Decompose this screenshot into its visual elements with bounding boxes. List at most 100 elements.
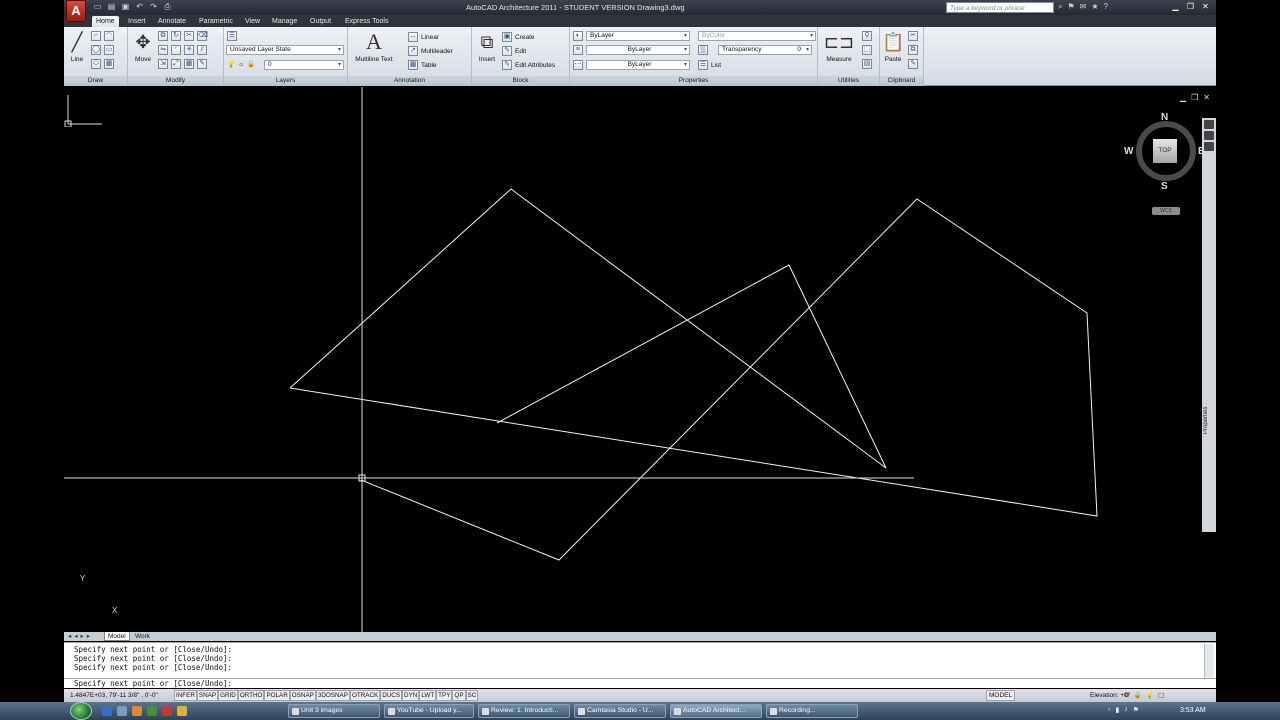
tab-work[interactable]: Work bbox=[132, 632, 153, 641]
copy-clip-icon[interactable]: ⧉ bbox=[908, 45, 918, 55]
utilities-panel-title[interactable]: Utilities bbox=[818, 76, 879, 86]
compass-south[interactable]: S bbox=[1161, 181, 1168, 192]
flag-icon[interactable]: ⚑ bbox=[1133, 706, 1139, 714]
edit-block-button[interactable]: ✎ Edit bbox=[502, 46, 526, 56]
tab-manage[interactable]: Manage bbox=[272, 16, 297, 27]
viewport-minimize-icon[interactable]: ▁ bbox=[1180, 93, 1186, 102]
move-button[interactable]: ✥ Move bbox=[132, 30, 154, 63]
autocad-icon[interactable] bbox=[162, 706, 172, 716]
transparency-field[interactable]: Transparency 0 bbox=[718, 45, 812, 55]
viewcube-top-face[interactable]: TOP bbox=[1153, 139, 1177, 163]
toggle-otrack[interactable]: OTRACK bbox=[349, 690, 381, 701]
tab-home[interactable]: Home bbox=[92, 16, 119, 27]
copy-icon[interactable]: ⧉ bbox=[158, 31, 168, 41]
isolate-icon[interactable]: 💡 bbox=[1146, 691, 1154, 699]
clock[interactable]: 3:53 AM bbox=[1180, 707, 1206, 714]
command-input[interactable]: Specify next point or [Close/Undo]: bbox=[64, 678, 1216, 688]
taskbar-item[interactable]: AutoCAD Architect... bbox=[670, 704, 762, 718]
toggle-qp[interactable]: QP bbox=[452, 690, 466, 701]
app-icon[interactable] bbox=[147, 706, 157, 716]
tab-parametric[interactable]: Parametric bbox=[199, 16, 233, 27]
polyline-triangle[interactable] bbox=[289, 188, 887, 469]
edit-polyline-icon[interactable]: ✎ bbox=[197, 59, 207, 69]
explode-icon[interactable]: ✳ bbox=[184, 45, 194, 55]
tab-annotate[interactable]: Annotate bbox=[158, 16, 186, 27]
insert-block-button[interactable]: ⧉ Insert bbox=[474, 30, 500, 63]
rotate-icon[interactable]: ↻ bbox=[171, 31, 181, 41]
plot-icon[interactable]: ⎙ bbox=[162, 2, 173, 12]
toggle-polar[interactable]: POLAR bbox=[264, 690, 290, 701]
quick-select-icon[interactable]: ⚲ bbox=[862, 31, 872, 41]
taskbar-item[interactable]: Review: 1. Introducti... bbox=[478, 704, 570, 718]
layer-freeze-icon[interactable]: ☼ bbox=[238, 61, 244, 68]
tray-arrow-icon[interactable]: ‹ bbox=[1108, 706, 1110, 714]
wcs-menu[interactable]: WCS bbox=[1152, 207, 1180, 215]
search-icon[interactable]: ⌕ bbox=[1058, 2, 1062, 12]
save-icon[interactable]: ▣ bbox=[120, 2, 131, 12]
ie-icon[interactable] bbox=[102, 706, 112, 716]
tab-view[interactable]: View bbox=[245, 16, 260, 27]
favorites-icon[interactable]: ★ bbox=[1091, 2, 1098, 12]
toggle-3dosnap[interactable]: 3DOSNAP bbox=[315, 690, 350, 701]
drawing-area[interactable]: ▁ ❐ ✕ TOP N S W E WCS Y X bbox=[64, 87, 1216, 632]
create-block-button[interactable]: ▣ Create bbox=[502, 32, 535, 42]
coordinate-display[interactable]: 1.4847E+03, 79'-11 3/8" , 0'-0" bbox=[70, 692, 158, 699]
viewport-restore-icon[interactable]: ❐ bbox=[1191, 93, 1198, 102]
toggle-tpy[interactable]: TPY bbox=[436, 690, 453, 701]
cut-icon[interactable]: ✂ bbox=[908, 31, 918, 41]
new-icon[interactable]: ▭ bbox=[92, 2, 103, 12]
command-scrollbar[interactable] bbox=[1204, 644, 1214, 678]
model-space-button[interactable]: MODEL bbox=[986, 690, 1016, 701]
start-button[interactable] bbox=[70, 702, 92, 720]
toggle-grid[interactable]: GRID bbox=[218, 690, 238, 701]
ellipse-icon[interactable]: ⬭ bbox=[91, 59, 101, 69]
minimize-icon[interactable]: ▁ bbox=[1169, 1, 1182, 12]
calculator-icon[interactable]: ▤ bbox=[862, 59, 872, 69]
application-menu-button[interactable]: A bbox=[66, 0, 86, 22]
measure-button[interactable]: ⊏⊐ Measure bbox=[822, 30, 856, 63]
hatch-icon[interactable]: ▦ bbox=[104, 59, 114, 69]
multiline-text-button[interactable]: A Multiline Text bbox=[352, 30, 396, 64]
rectangle-icon[interactable]: ▭ bbox=[104, 45, 114, 55]
palette-close-icon[interactable] bbox=[1204, 120, 1214, 129]
tab-model[interactable]: Model bbox=[104, 632, 130, 641]
color-dropdown[interactable]: ByLayer bbox=[586, 31, 690, 41]
select-all-icon[interactable]: ⬚ bbox=[862, 45, 872, 55]
palette-autohide-icon[interactable] bbox=[1204, 131, 1214, 140]
folder-icon[interactable] bbox=[177, 706, 187, 716]
mirror-icon[interactable]: ⇋ bbox=[158, 45, 168, 55]
toggle-infer[interactable]: INFER bbox=[174, 690, 197, 701]
polyline-quad[interactable] bbox=[289, 198, 1098, 561]
line-button[interactable]: ╱ Line bbox=[67, 30, 87, 63]
polyline-icon[interactable]: ⌐ bbox=[91, 31, 101, 41]
layer-lock-icon[interactable]: 🔓 bbox=[247, 60, 255, 68]
search-input[interactable]: Type a keyword or phrase bbox=[946, 2, 1054, 13]
match-icon[interactable]: ✎ bbox=[908, 59, 918, 69]
clean-screen-icon[interactable]: ▢ bbox=[1158, 691, 1164, 699]
taskbar-item[interactable]: Camtasia Studio - U... bbox=[574, 704, 666, 718]
toggle-ducs[interactable]: DUCS bbox=[380, 690, 403, 701]
redo-icon[interactable]: ↷ bbox=[148, 2, 159, 12]
multileader-button[interactable]: ↗ Multileader bbox=[408, 46, 453, 56]
open-icon[interactable]: ▤ bbox=[106, 2, 117, 12]
undo-icon[interactable]: ↶ bbox=[134, 2, 145, 12]
taskbar-item[interactable]: Recording... bbox=[766, 704, 858, 718]
palette-options-icon[interactable] bbox=[1204, 142, 1214, 151]
properties-palette-tab[interactable]: Properties bbox=[1203, 395, 1215, 445]
stretch-icon[interactable]: ⇲ bbox=[158, 59, 168, 69]
circle-icon[interactable]: ◯ bbox=[91, 45, 101, 55]
viewcube[interactable]: TOP N S W E bbox=[1124, 112, 1205, 192]
help-icon[interactable]: ? bbox=[1104, 2, 1108, 12]
properties-panel-title[interactable]: Properties bbox=[570, 76, 817, 86]
toggle-dyn[interactable]: DYN bbox=[402, 690, 420, 701]
viewport-close-icon[interactable]: ✕ bbox=[1203, 93, 1210, 102]
layer-on-icon[interactable]: 💡 bbox=[227, 60, 235, 68]
tab-express-tools[interactable]: Express Tools bbox=[345, 16, 388, 27]
explorer-icon[interactable] bbox=[117, 706, 127, 716]
array-icon[interactable]: ▦ bbox=[184, 59, 194, 69]
fillet-icon[interactable]: ◜ bbox=[171, 45, 181, 55]
tab-output[interactable]: Output bbox=[310, 16, 331, 27]
restore-icon[interactable]: ❐ bbox=[1184, 1, 1197, 12]
taskbar-item[interactable]: Unit 3 images bbox=[288, 704, 380, 718]
trim-icon[interactable]: ✂ bbox=[184, 31, 194, 41]
